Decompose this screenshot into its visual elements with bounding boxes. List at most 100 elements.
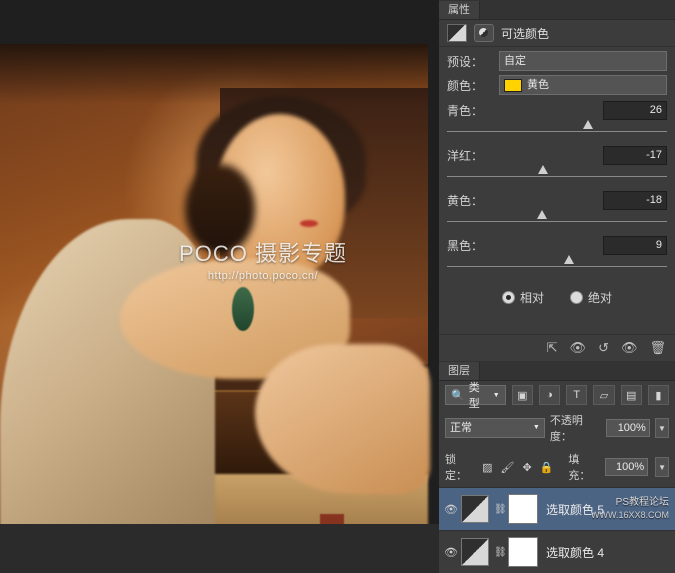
cyan-row: 青色： 26 (439, 95, 675, 120)
cyan-slider[interactable] (439, 120, 675, 140)
preset-select[interactable]: 自定 (499, 51, 667, 71)
layers-tab-bar: 图层 (439, 361, 675, 381)
radio-absolute[interactable]: 绝对 (570, 289, 612, 306)
delete-icon[interactable]: 🗑 (649, 341, 666, 354)
preview-eye-icon[interactable]: 👁 (570, 341, 587, 354)
layer-link-icon[interactable]: ⛓ (494, 547, 504, 558)
layer-name: 选取颜色 4 (546, 544, 604, 561)
image-canvas[interactable]: POCO 摄影专题 http://photo.poco.cn/ (0, 0, 439, 524)
adjustment-header: 可选颜色 (439, 20, 675, 47)
opacity-value-field[interactable]: 100% (606, 419, 650, 437)
preset-label: 预设： (447, 53, 499, 70)
lock-transparent-pixels-icon[interactable]: ▨ (482, 461, 492, 474)
properties-tab-bar: 属性 (439, 0, 675, 20)
color-swatch (504, 79, 522, 92)
magenta-slider[interactable] (439, 165, 675, 185)
radio-relative[interactable]: 相对 (502, 289, 544, 306)
layer-visibility-eye-icon[interactable]: 👁 (441, 503, 461, 516)
lock-position-icon[interactable]: ✥ (522, 461, 531, 474)
color-select[interactable]: 黄色 (499, 75, 667, 95)
layer-mask-thumbnail[interactable] (508, 537, 538, 567)
filter-shape-icon[interactable]: ▱ (593, 385, 614, 405)
fill-value-field[interactable]: 100% (605, 458, 648, 476)
photo-lips (300, 220, 318, 227)
search-icon: 🔍 (451, 389, 465, 402)
color-value: 黄色 (527, 76, 549, 94)
photo-jade-bangle (232, 287, 254, 331)
magenta-value-field[interactable]: -17 (603, 146, 667, 165)
canvas-top-shade (0, 44, 428, 104)
forum-watermark-line2: WWW.16XX8.COM (591, 510, 669, 521)
lock-label: 锁定： (445, 451, 475, 483)
filter-smart-object-icon[interactable]: ▤ (621, 385, 642, 405)
forum-watermark: PS教程论坛 WWW.16XX8.COM (591, 497, 669, 521)
filter-type-icon[interactable]: T (566, 385, 587, 405)
tab-properties[interactable]: 属性 (439, 1, 480, 19)
right-panel-column: 属性 可选颜色 预设： 自定 颜色： 黄色 (439, 0, 675, 524)
filter-pixel-icon[interactable]: ▣ (512, 385, 533, 405)
blend-mode-value: 正常 (450, 419, 472, 437)
photo-hair-side (185, 164, 255, 254)
lock-all-icon[interactable]: 🔒 (540, 461, 554, 474)
layer-mask-thumbnail[interactable] (508, 494, 538, 524)
magenta-slider-track (447, 176, 667, 177)
radio-relative-dot (502, 291, 515, 304)
yellow-label: 黄色： (447, 192, 483, 209)
filter-toggle-icon[interactable]: ▮ (648, 385, 669, 405)
opacity-label: 不透明度： (550, 412, 601, 444)
layer-link-icon[interactable]: ⛓ (494, 504, 504, 515)
cyan-label: 青色： (447, 102, 483, 119)
blend-mode-row: 正常 ▼ 不透明度： 100% ▼ (439, 409, 675, 447)
black-label: 黑色： (447, 237, 483, 254)
blend-mode-select[interactable]: 正常 ▼ (445, 418, 545, 438)
preset-value: 自定 (504, 52, 526, 70)
layer-adjustment-thumbnail[interactable] (461, 495, 489, 523)
adjustment-title: 可选颜色 (501, 25, 549, 42)
adjustment-type-icon (474, 24, 494, 42)
black-slider-thumb[interactable] (564, 255, 574, 264)
layer-filter-label: 类型 (469, 379, 489, 411)
photo-image (0, 44, 428, 524)
reset-icon[interactable]: ↺ (598, 341, 609, 354)
layer-filter-select[interactable]: 🔍 类型 ▼ (445, 385, 506, 405)
chevron-down-icon: ▼ (533, 419, 540, 437)
yellow-value-field[interactable]: -18 (603, 191, 667, 210)
radio-relative-label: 相对 (520, 289, 544, 306)
filter-adjustment-icon[interactable]: ◑ (539, 385, 560, 405)
magenta-row: 洋红： -17 (439, 140, 675, 165)
photo-stamp (320, 514, 344, 524)
visibility-icon[interactable]: 👁 (621, 341, 638, 354)
fill-label: 填充： (568, 451, 598, 483)
layers-filter-row: 🔍 类型 ▼ ▣ ◑ T ▱ ▤ ▮ (439, 381, 675, 409)
magenta-slider-thumb[interactable] (538, 165, 548, 174)
properties-panel: 属性 可选颜色 预设： 自定 颜色： 黄色 (439, 0, 675, 359)
method-radio-group: 相对 绝对 (439, 275, 675, 306)
layer-visibility-eye-icon[interactable]: 👁 (441, 546, 461, 559)
clip-to-layer-icon[interactable]: ⇱ (547, 341, 558, 354)
yellow-slider[interactable] (439, 210, 675, 230)
cyan-slider-track (447, 131, 667, 132)
cyan-slider-thumb[interactable] (583, 120, 593, 129)
black-slider[interactable] (439, 255, 675, 275)
layer-adjustment-thumbnail[interactable] (461, 538, 489, 566)
yellow-slider-thumb[interactable] (537, 210, 547, 219)
black-value-field[interactable]: 9 (603, 236, 667, 255)
cyan-value-field[interactable]: 26 (603, 101, 667, 120)
color-row: 颜色： 黄色 (439, 71, 675, 95)
layer-row[interactable]: 👁 ⛓ 选取颜色 4 (439, 530, 675, 573)
adjustment-footer-toolbar: ⇱ 👁 ↺ 👁 🗑 (439, 334, 675, 359)
black-row: 黑色： 9 (439, 230, 675, 255)
color-label: 颜色： (447, 77, 499, 94)
tab-layers[interactable]: 图层 (439, 362, 480, 380)
opacity-stepper[interactable]: ▼ (655, 418, 669, 438)
radio-absolute-dot (570, 291, 583, 304)
magenta-label: 洋红： (447, 147, 483, 164)
fill-stepper[interactable]: ▼ (655, 457, 669, 477)
properties-panel-body: 可选颜色 预设： 自定 颜色： 黄色 青色： 26 (439, 20, 675, 359)
lock-row: 锁定： ▨ 🖌 ✥ 🔒 填充： 100% ▼ (439, 447, 675, 487)
radio-absolute-label: 绝对 (588, 289, 612, 306)
lock-image-pixels-icon[interactable]: 🖌 (501, 461, 515, 474)
selective-color-icon (447, 24, 467, 42)
lock-icon-group: ▨ 🖌 ✥ 🔒 (482, 461, 553, 474)
layers-panel: 图层 🔍 类型 ▼ ▣ ◑ T ▱ ▤ ▮ 正常 ▼ 不透明度： 100% ▼ (439, 361, 675, 573)
